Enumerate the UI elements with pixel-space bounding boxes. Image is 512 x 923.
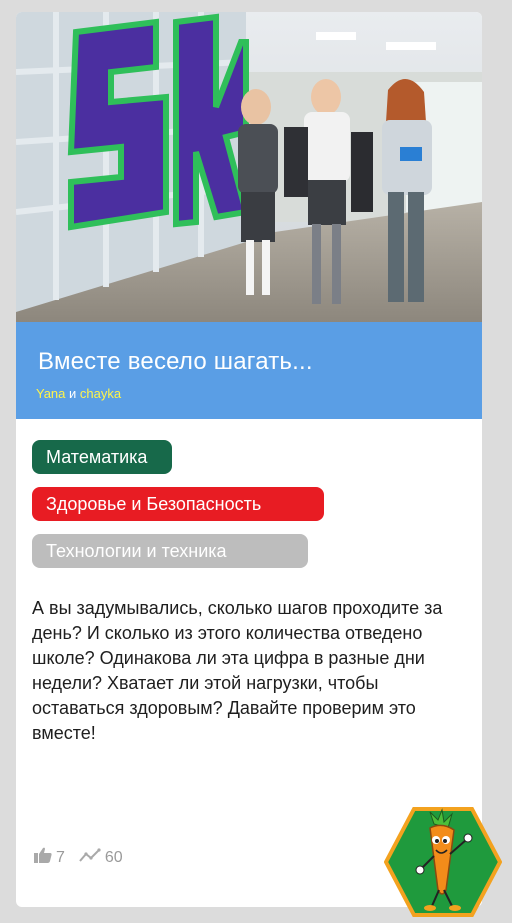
views-stat: 60 [79,848,123,867]
project-photo[interactable] [16,12,482,322]
project-title[interactable]: Вместе весело шагать... [38,347,313,377]
project-card[interactable]: Вместе весело шагать... Yana и chayka Ма… [16,12,482,907]
project-authors: Yana и chayka [36,386,121,402]
tag-health-safety[interactable]: Здоровье и Безопасность [32,487,324,521]
authors-conjunction: и [65,386,80,401]
tag-mathematics[interactable]: Математика [32,440,172,474]
likes-count: 7 [56,848,65,866]
carrot-mascot-icon[interactable] [383,806,503,918]
likes-stat[interactable]: 7 [34,847,65,868]
author-link[interactable]: Yana [36,386,65,401]
project-stats: 7 60 [34,847,137,868]
views-count: 60 [104,848,123,866]
author-link[interactable]: chayka [80,386,121,401]
tag-technology[interactable]: Технологии и техника [32,534,308,568]
project-description: А вы задумывались, сколько шагов проходи… [32,598,443,743]
thumbs-up-icon [34,847,56,868]
trend-line-icon [79,848,105,867]
